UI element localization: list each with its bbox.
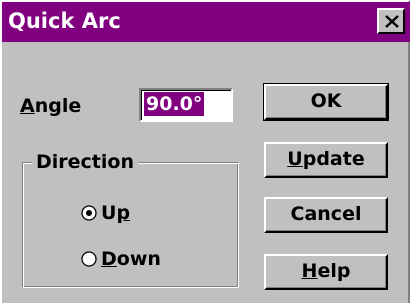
ok-button[interactable]: OK	[263, 83, 389, 121]
help-button-mnemonic: H	[301, 260, 318, 282]
close-icon	[385, 15, 399, 28]
quick-arc-dialog: Quick Arc Angle 90.0° Direction Up Down …	[0, 0, 410, 303]
close-button[interactable]	[377, 8, 405, 34]
update-button-post: pdate	[302, 148, 365, 170]
radio-down-text-post: own	[116, 248, 161, 270]
angle-value: 90.0°	[144, 92, 205, 116]
radio-up-text-pre: U	[101, 202, 117, 224]
cancel-button-label: Cancel	[290, 203, 362, 225]
update-button-mnemonic: U	[287, 148, 303, 170]
title-bar[interactable]: Quick Arc	[2, 2, 410, 42]
radio-down-mnemonic: D	[101, 248, 117, 270]
cancel-button[interactable]: Cancel	[264, 197, 388, 233]
radio-up-mnemonic: p	[116, 202, 131, 224]
window-title: Quick Arc	[8, 9, 121, 33]
angle-label: Angle	[20, 94, 81, 118]
radio-up-label[interactable]: Up	[101, 201, 130, 225]
angle-label-text: ngle	[34, 95, 82, 117]
radio-down-label[interactable]: Down	[101, 247, 161, 271]
direction-group-label: Direction	[32, 150, 138, 174]
angle-label-mnemonic: A	[20, 95, 35, 117]
update-button[interactable]: Update	[264, 142, 388, 178]
help-button-post: elp	[317, 260, 351, 282]
radio-unselected-icon[interactable]	[81, 251, 97, 267]
angle-input[interactable]: 90.0°	[139, 88, 233, 122]
ok-button-label: OK	[310, 90, 342, 112]
radio-selected-icon[interactable]	[81, 205, 97, 221]
help-button[interactable]: Help	[264, 254, 388, 290]
